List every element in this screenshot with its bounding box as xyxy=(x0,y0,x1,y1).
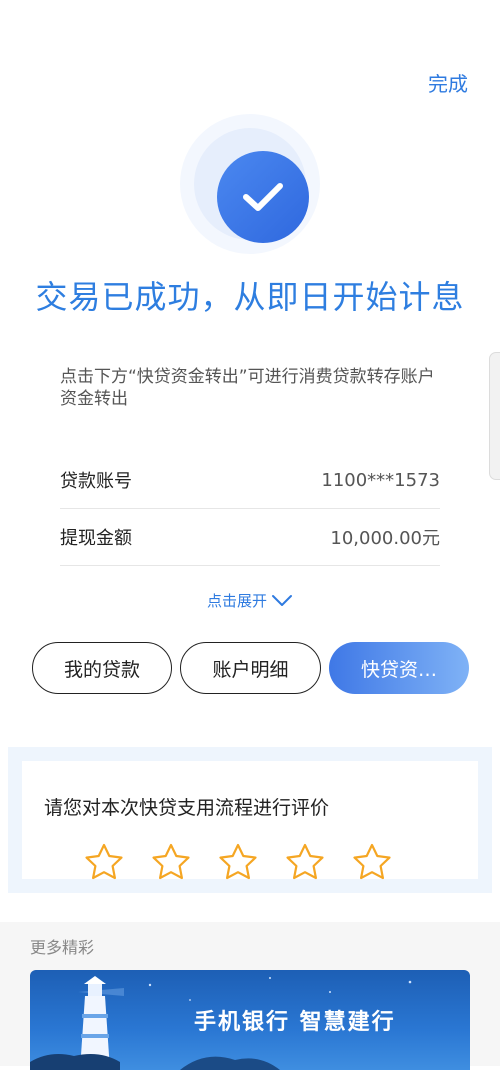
withdraw-amount-row: 提现金额 10,000.00元 xyxy=(60,509,440,566)
star-4-icon[interactable] xyxy=(285,843,325,881)
more-section: 更多精彩 手机银行 智慧建行 xyxy=(0,922,500,1070)
rating-title: 请您对本次快贷支用流程进行评价 xyxy=(44,797,330,819)
loan-account-row: 贷款账号 1100***1573 xyxy=(60,452,440,509)
star-3-icon[interactable] xyxy=(218,843,258,881)
promo-banner[interactable]: 手机银行 智慧建行 xyxy=(30,970,470,1070)
withdraw-amount-label: 提现金额 xyxy=(60,528,132,549)
banner-slogan: 手机银行 智慧建行 xyxy=(194,1010,396,1035)
loan-transfer-button[interactable]: 快贷资… xyxy=(329,642,469,694)
loan-account-value: 1100***1573 xyxy=(321,469,440,491)
done-button[interactable]: 完成 xyxy=(428,68,468,97)
success-icon-halo xyxy=(180,114,320,254)
success-check-icon xyxy=(217,151,309,243)
expand-label: 点击展开 xyxy=(206,592,267,610)
star-5-icon[interactable] xyxy=(352,843,392,881)
rating-panel: 请您对本次快贷支用流程进行评价 xyxy=(8,747,492,893)
loan-account-label: 贷款账号 xyxy=(60,471,132,492)
success-headline: 交易已成功，从即日开始计息 xyxy=(35,278,465,316)
transfer-hint-text: 点击下方“快贷资金转出”可进行消费贷款转存账户资金转出 xyxy=(60,367,435,409)
star-1-icon[interactable] xyxy=(84,843,124,881)
chevron-down-icon xyxy=(272,594,292,606)
account-details-button[interactable]: 账户明细 xyxy=(180,642,321,694)
more-section-title: 更多精彩 xyxy=(30,938,95,957)
expand-details-toggle[interactable]: 点击展开 xyxy=(0,590,500,611)
checkmark-icon xyxy=(243,183,283,211)
star-2-icon[interactable] xyxy=(151,843,191,881)
withdraw-amount-value: 10,000.00元 xyxy=(330,528,440,549)
side-drawer-handle[interactable] xyxy=(489,352,500,480)
my-loans-button[interactable]: 我的贷款 xyxy=(32,642,172,694)
